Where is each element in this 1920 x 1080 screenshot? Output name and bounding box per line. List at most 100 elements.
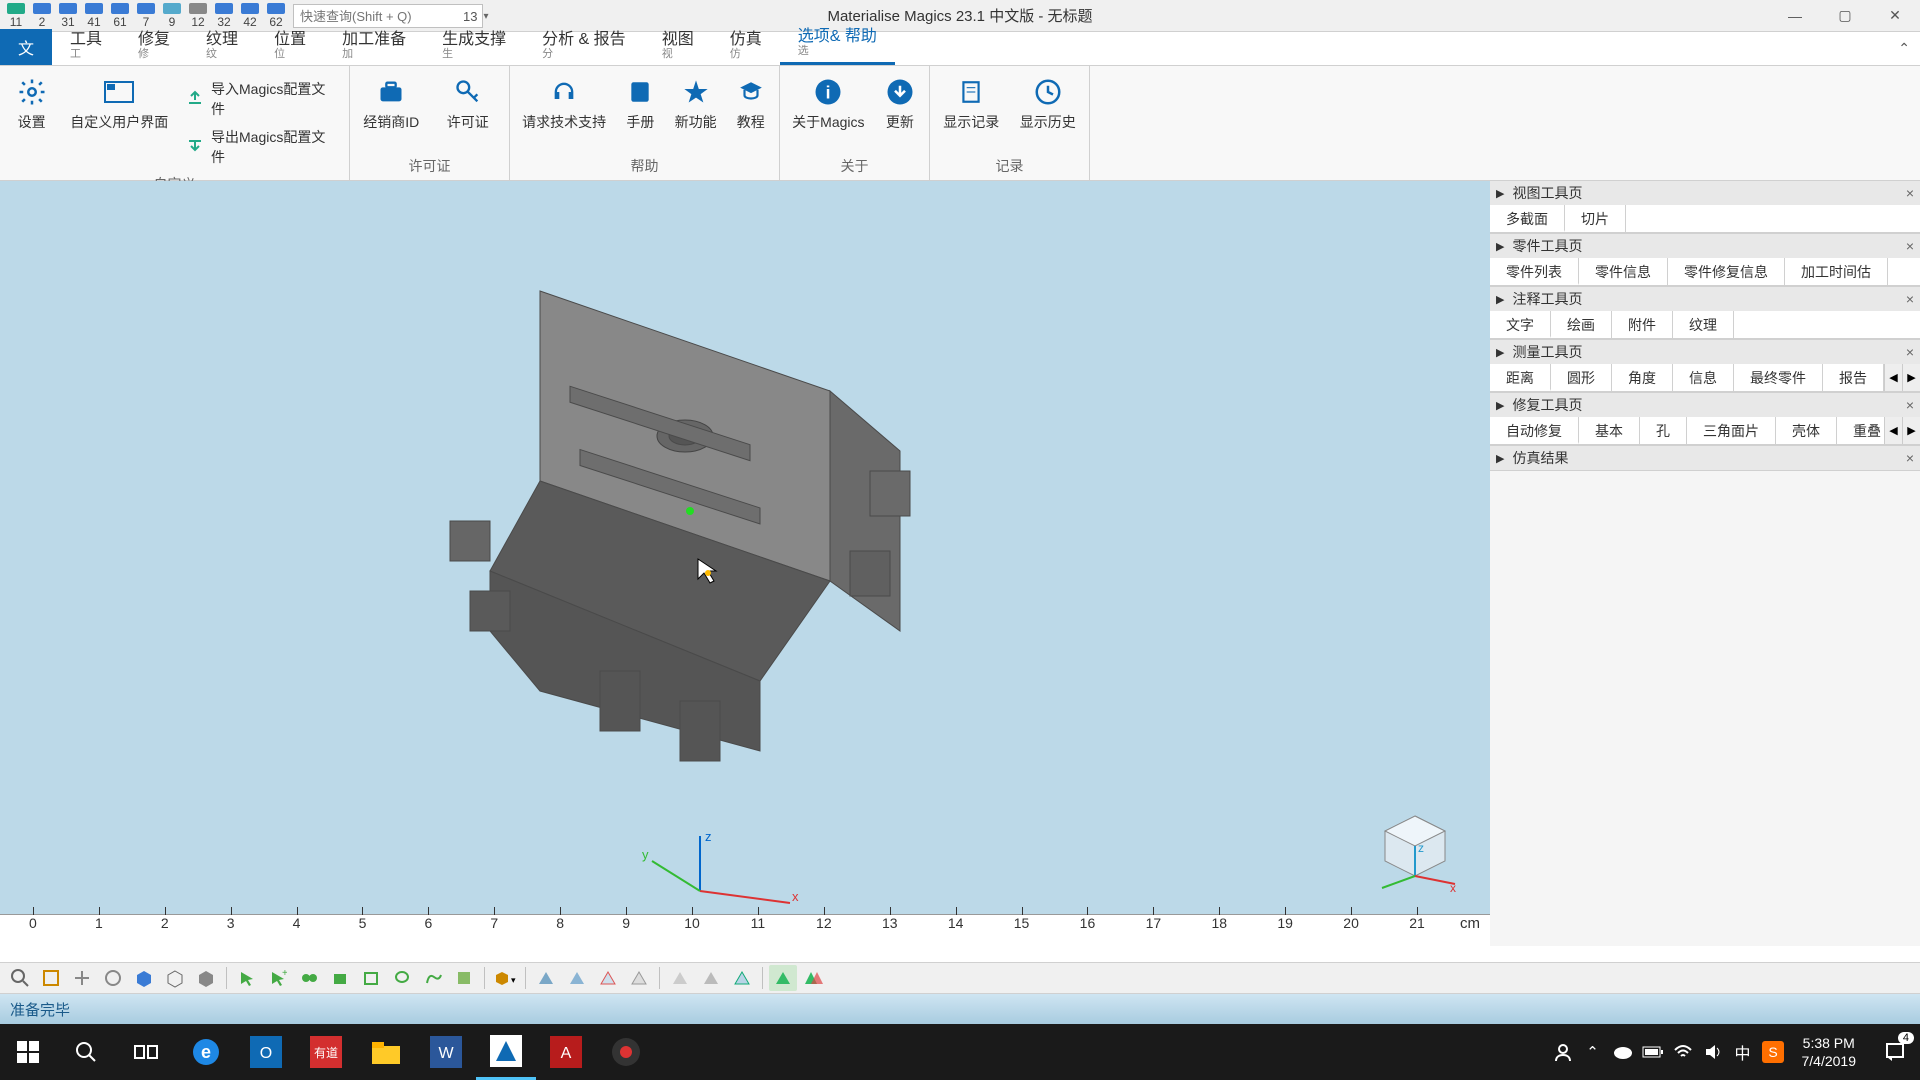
select-connected-icon[interactable] xyxy=(295,965,323,991)
import-config-button[interactable]: 导入Magics配置文件 xyxy=(183,76,341,122)
tab-sim[interactable]: 仿真仿 xyxy=(712,19,780,65)
qat-item[interactable]: 12 xyxy=(185,3,211,29)
taskbar-explorer-icon[interactable] xyxy=(356,1024,416,1080)
tab-options[interactable]: 选项& 帮助选 xyxy=(780,16,895,65)
shade-tri6-icon[interactable] xyxy=(697,965,725,991)
show-history-button[interactable]: 显示历史 xyxy=(1015,70,1082,132)
manual-button[interactable]: 手册 xyxy=(620,70,661,132)
scroll-right-icon[interactable]: ▶ xyxy=(1902,417,1920,444)
ime-indicator[interactable]: 中 xyxy=(1728,1024,1758,1080)
search-button[interactable] xyxy=(56,1024,116,1080)
qat-item[interactable]: 11 xyxy=(3,3,29,29)
dealer-id-button[interactable]: 经销商ID xyxy=(358,70,425,132)
shade-tri-multi-icon[interactable] xyxy=(800,965,828,991)
panel-tab[interactable]: 自动修复 xyxy=(1490,417,1579,444)
taskbar-acrobat-icon[interactable]: A xyxy=(536,1024,596,1080)
scroll-right-icon[interactable]: ▶ xyxy=(1902,364,1920,391)
select-lasso-icon[interactable] xyxy=(388,965,416,991)
shade-tri5-icon[interactable] xyxy=(666,965,694,991)
taskbar-magics-icon[interactable] xyxy=(476,1024,536,1080)
maximize-button[interactable]: ▢ xyxy=(1820,0,1870,32)
pan-icon[interactable] xyxy=(68,965,96,991)
box-dropdown-icon[interactable]: ▾ xyxy=(491,965,519,991)
panel-header[interactable]: ▶零件工具页× xyxy=(1490,234,1920,258)
tab-analyze[interactable]: 分析 & 报告分 xyxy=(524,19,644,65)
shade-tri7-icon[interactable] xyxy=(728,965,756,991)
onedrive-icon[interactable] xyxy=(1608,1024,1638,1080)
wifi-icon[interactable] xyxy=(1668,1024,1698,1080)
panel-close-icon[interactable]: × xyxy=(1906,238,1914,254)
panel-tab[interactable]: 附件 xyxy=(1612,311,1673,338)
cube-solid-icon[interactable] xyxy=(130,965,158,991)
tab-view[interactable]: 视图视 xyxy=(644,19,712,65)
panel-tab[interactable]: 圆形 xyxy=(1551,364,1612,391)
scroll-left-icon[interactable]: ◀ xyxy=(1884,417,1902,444)
scroll-left-icon[interactable]: ◀ xyxy=(1884,364,1902,391)
taskbar-youdao-icon[interactable]: 有道 xyxy=(296,1024,356,1080)
close-button[interactable]: ✕ xyxy=(1870,0,1920,32)
customize-ui-button[interactable]: 自定义用户界面 xyxy=(65,70,173,132)
panel-tab[interactable]: 切片 xyxy=(1565,205,1626,232)
qat-item[interactable]: 42 xyxy=(237,3,263,29)
panel-close-icon[interactable]: × xyxy=(1906,397,1914,413)
shade-tri4-icon[interactable] xyxy=(625,965,653,991)
export-config-button[interactable]: 导出Magics配置文件 xyxy=(183,124,341,170)
panel-tab[interactable]: 零件信息 xyxy=(1579,258,1668,285)
quick-search-input[interactable] xyxy=(293,4,483,28)
tutorial-button[interactable]: 教程 xyxy=(730,70,771,132)
qat-item[interactable]: 62 xyxy=(263,3,289,29)
shade-tri-green-icon[interactable] xyxy=(769,965,797,991)
select-arrow-icon[interactable] xyxy=(233,965,261,991)
panel-tab[interactable]: 角度 xyxy=(1612,364,1673,391)
update-button[interactable]: 更新 xyxy=(879,70,921,132)
cube-wire-icon[interactable] xyxy=(161,965,189,991)
select-surface-icon[interactable] xyxy=(326,965,354,991)
zoom-icon[interactable] xyxy=(6,965,34,991)
cube-shade-icon[interactable] xyxy=(192,965,220,991)
select-add-icon[interactable]: + xyxy=(264,965,292,991)
ribbon-collapse-icon[interactable]: ⌃ xyxy=(1898,40,1910,57)
panel-header[interactable]: ▶修复工具页× xyxy=(1490,393,1920,417)
tray-chevron-icon[interactable]: ⌃ xyxy=(1578,1024,1608,1080)
panel-tab[interactable]: 信息 xyxy=(1673,364,1734,391)
zoom-window-icon[interactable] xyxy=(37,965,65,991)
shade-tri3-icon[interactable] xyxy=(594,965,622,991)
whatsnew-button[interactable]: 新功能 xyxy=(671,70,721,132)
task-view-button[interactable] xyxy=(116,1024,176,1080)
qat-item[interactable]: 32 xyxy=(211,3,237,29)
volume-icon[interactable] xyxy=(1698,1024,1728,1080)
shade-tri1-icon[interactable] xyxy=(532,965,560,991)
support-button[interactable]: 请求技术支持 xyxy=(518,70,610,132)
panel-tab[interactable]: 加工时间估 xyxy=(1785,258,1888,285)
rotate-icon[interactable] xyxy=(99,965,127,991)
panel-tab[interactable]: 纹理 xyxy=(1673,311,1734,338)
panel-header[interactable]: ▶视图工具页× xyxy=(1490,181,1920,205)
select-brush-icon[interactable] xyxy=(450,965,478,991)
view-cube-icon[interactable]: z x xyxy=(1370,806,1460,896)
people-icon[interactable] xyxy=(1548,1024,1578,1080)
panel-tab[interactable]: 文字 xyxy=(1490,311,1551,338)
qat-dropdown-icon[interactable]: ▾ xyxy=(483,11,495,22)
panel-tab[interactable]: 壳体 xyxy=(1776,417,1837,444)
panel-tab[interactable]: 零件列表 xyxy=(1490,258,1579,285)
viewport-3d[interactable]: z x y z x 012345678910111213141516171819… xyxy=(0,181,1490,946)
panel-tab[interactable]: 最终零件 xyxy=(1734,364,1823,391)
qat-item[interactable]: 61 xyxy=(107,3,133,29)
panel-tab[interactable]: 多截面 xyxy=(1490,205,1565,232)
taskbar-clock[interactable]: 5:38 PM 7/4/2019 xyxy=(1788,1034,1871,1070)
panel-close-icon[interactable]: × xyxy=(1906,344,1914,360)
settings-button[interactable]: 设置 xyxy=(8,70,55,132)
start-button[interactable] xyxy=(0,1024,56,1080)
shade-tri2-icon[interactable] xyxy=(563,965,591,991)
panel-tab[interactable]: 报告 xyxy=(1823,364,1884,391)
qat-item[interactable]: 31 xyxy=(55,3,81,29)
about-button[interactable]: i 关于Magics xyxy=(788,70,869,132)
panel-close-icon[interactable]: × xyxy=(1906,291,1914,307)
show-log-button[interactable]: 显示记录 xyxy=(938,70,1005,132)
license-button[interactable]: 许可证 xyxy=(435,70,502,132)
battery-icon[interactable] xyxy=(1638,1024,1668,1080)
sogou-icon[interactable]: S xyxy=(1758,1024,1788,1080)
select-freeform-icon[interactable] xyxy=(419,965,447,991)
panel-tab[interactable]: 三角面片 xyxy=(1687,417,1776,444)
select-rect-icon[interactable] xyxy=(357,965,385,991)
